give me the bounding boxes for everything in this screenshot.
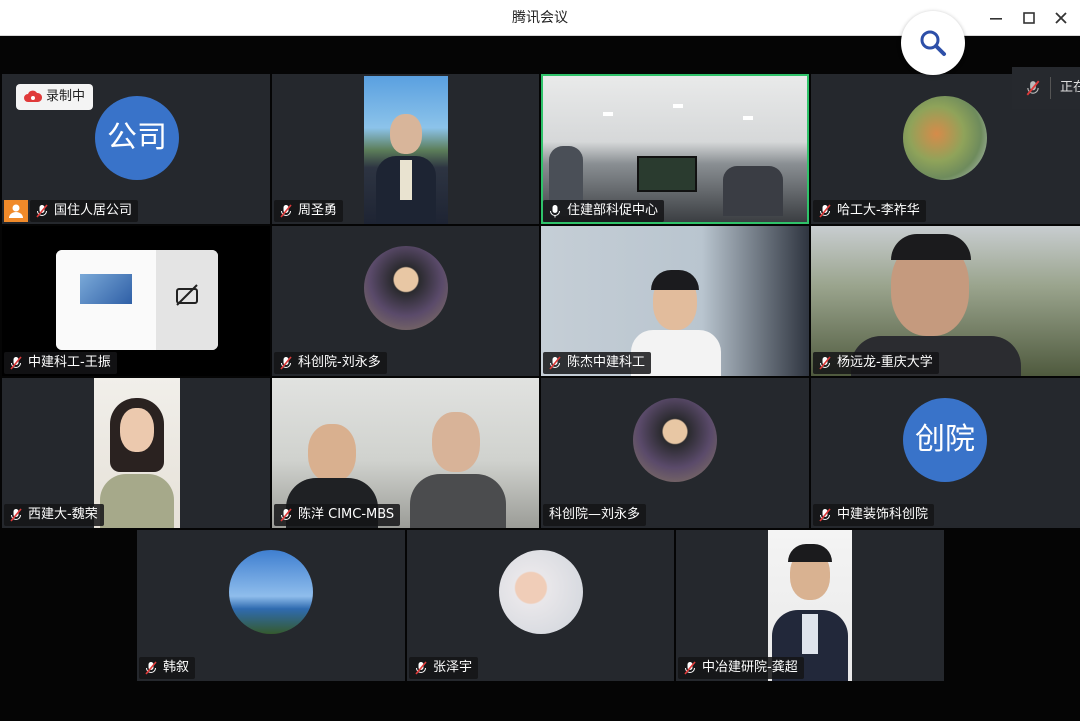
avatar [903,96,987,180]
minimize-icon [990,18,1002,20]
participant-name: 周圣勇 [274,200,344,222]
minimize-button[interactable] [984,6,1008,30]
video-feed [56,250,218,350]
participant-name: 杨远龙-重庆大学 [813,352,939,374]
recording-label: 录制中 [46,89,86,104]
video-feed [94,378,180,528]
participant-tile[interactable]: 韩叙 [137,530,405,681]
video-grid: 录制中 公司 国住人居公司 周圣勇 住建部科促中心 哈工大-李祚华 中建科工-王… [0,36,1080,721]
participant-name: 中建科工-王振 [4,352,117,374]
mic-muted-icon [549,356,561,370]
maximize-button[interactable] [1017,6,1041,30]
mic-muted-icon [819,204,831,218]
close-button[interactable] [1049,6,1073,30]
mic-muted-icon [10,508,22,522]
mic-muted-icon [819,508,831,522]
participant-name: 陈洋 CIMC-MBS [274,504,401,526]
mic-muted-icon [280,356,292,370]
mic-active-icon [550,205,560,218]
maximize-icon [1023,12,1035,24]
mic-muted-icon [280,204,292,218]
video-feed [364,76,448,224]
recording-badge: 录制中 [16,84,94,110]
avatar [499,550,583,634]
participant-tile[interactable]: 西建大-魏荣 [2,378,270,528]
participant-name: 中建装饰科创院 [813,504,935,526]
mic-muted-icon [684,661,696,675]
user-icon [9,204,23,218]
participant-tile[interactable]: 张泽宇 [407,530,674,681]
participant-name: 哈工大-李祚华 [813,200,926,222]
mic-muted-icon [145,661,157,675]
mic-muted-icon [415,661,427,675]
participant-tile[interactable]: 科创院-刘永多 [272,226,539,376]
participant-name: 住建部科促中心 [543,200,665,222]
participant-name: 科创院-刘永多 [274,352,387,374]
host-badge [4,200,28,222]
participant-tile[interactable]: 中建科工-王振 [2,226,270,376]
mic-muted-icon [280,508,292,522]
participant-tile[interactable]: 录制中 公司 国住人居公司 [2,74,270,224]
participant-tile[interactable]: 创院 中建装饰科创院 [811,378,1080,528]
avatar [364,246,448,330]
avatar [229,550,313,634]
participant-tile[interactable]: 陈杰中建科工 [541,226,809,376]
avatar: 公司 [95,96,179,180]
avatar [633,398,717,482]
magnifier-icon [920,30,946,56]
participant-name: 西建大-魏荣 [4,504,104,526]
mic-muted-icon [819,356,831,370]
cloud-record-icon [24,90,42,102]
mic-muted-icon [10,356,22,370]
participant-name: 国住人居公司 [30,200,139,222]
participant-name: 张泽宇 [409,657,479,679]
zoom-button[interactable] [901,11,965,75]
participant-tile[interactable]: 周圣勇 [272,74,539,224]
mic-muted-icon [1026,80,1040,96]
mic-muted-icon [36,204,48,218]
close-icon [1055,12,1067,24]
participant-tile-active-speaker[interactable]: 住建部科促中心 [541,74,809,224]
participant-name: 韩叙 [139,657,196,679]
participant-name: 科创院—刘永多 [543,504,647,526]
camera-off-icon [176,284,198,306]
participant-name: 中冶建研院-龚超 [678,657,804,679]
speaking-label: 正在 [1060,80,1080,95]
participant-name: 陈杰中建科工 [543,352,652,374]
participant-tile[interactable]: 科创院—刘永多 [541,378,809,528]
participant-tile[interactable]: 杨远龙-重庆大学 [811,226,1080,376]
participant-tile[interactable]: 中冶建研院-龚超 [676,530,944,681]
avatar: 创院 [903,398,987,482]
speaking-indicator[interactable]: 正在 [1012,67,1080,109]
participant-tile[interactable]: 陈洋 CIMC-MBS [272,378,539,528]
